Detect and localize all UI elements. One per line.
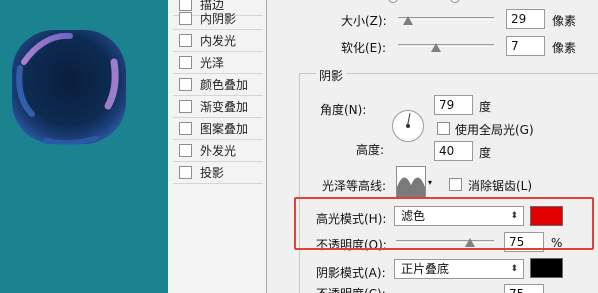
layer-style-list: 描边 内阴影 内发光 光泽 颜色叠加 渐变叠加 图案叠加 外发光 投影	[168, 0, 267, 293]
anti-aliased-checkbox[interactable]	[449, 178, 462, 191]
soften-input[interactable]: 7	[506, 36, 545, 56]
shadow-mode-select[interactable]: 正片叠底 ⬍	[394, 259, 524, 279]
checkbox[interactable]	[179, 144, 192, 157]
size-label: 大小(Z):	[341, 14, 387, 28]
gloss-contour-label: 光泽等高线:	[322, 179, 387, 193]
style-item-inner-shadow[interactable]: 内阴影	[173, 8, 263, 30]
canvas-preview	[0, 0, 168, 293]
use-global-light-checkbox[interactable]	[437, 122, 450, 135]
shadow-mode-label: 阴影模式(A):	[316, 266, 386, 280]
angle-label: 角度(N):	[320, 103, 367, 117]
style-item-label: 投影	[200, 166, 225, 180]
angle-input[interactable]: 79	[434, 95, 473, 115]
checkbox[interactable]	[179, 12, 192, 25]
anti-aliased-label: 消除锯齿(L)	[468, 179, 533, 193]
bevel-emboss-panel: 大小(Z): 29 像素 软化(E): 7 像素 阴影 角度(N): 79 度 …	[268, 0, 598, 293]
annotation-highlight-box	[294, 197, 594, 250]
checkbox[interactable]	[179, 166, 192, 179]
checkbox[interactable]	[179, 122, 192, 135]
angle-dial[interactable]	[392, 110, 424, 142]
updown-arrow-icon: ⬍	[510, 264, 518, 274]
soften-slider[interactable]	[398, 44, 494, 47]
shading-group-border-left	[299, 73, 300, 293]
checkbox[interactable]	[179, 34, 192, 47]
style-item-label: 外发光	[200, 144, 237, 158]
size-input[interactable]: 29	[506, 9, 545, 29]
direction-radio-up[interactable]	[388, 0, 398, 3]
soften-label: 软化(E):	[341, 41, 386, 55]
altitude-unit: 度	[479, 146, 492, 160]
shadow-opacity-input[interactable]: 75	[504, 284, 544, 293]
size-slider-thumb[interactable]	[402, 16, 413, 25]
style-item-label: 颜色叠加	[200, 78, 249, 92]
soften-slider-thumb[interactable]	[431, 43, 442, 52]
shadow-mode-value: 正片叠底	[401, 262, 450, 276]
angle-unit: 度	[479, 100, 492, 114]
shading-group-title: 阴影	[316, 67, 347, 84]
style-item-gradient-overlay[interactable]: 渐变叠加	[173, 96, 263, 118]
shadow-opacity-label: 不透明度(C):	[316, 285, 386, 293]
style-item-label: 内发光	[200, 34, 237, 48]
contour-curve-icon	[397, 177, 425, 197]
style-item-satin[interactable]: 光泽	[173, 52, 263, 74]
angle-dial-center	[406, 124, 410, 128]
altitude-label: 高度:	[356, 143, 385, 157]
checkbox[interactable]	[179, 56, 192, 69]
checkbox[interactable]	[179, 100, 192, 113]
checkbox[interactable]	[179, 78, 192, 91]
soften-unit: 像素	[552, 41, 577, 55]
gloss-contour-preview[interactable]	[396, 166, 426, 198]
shadow-color-swatch[interactable]	[530, 258, 563, 278]
bevel-preview-shape	[12, 30, 126, 146]
style-item-label: 光泽	[200, 56, 225, 70]
contour-dropdown-icon[interactable]: ▾	[428, 178, 432, 187]
style-item-inner-glow[interactable]: 内发光	[173, 30, 263, 52]
altitude-input[interactable]: 40	[434, 141, 473, 161]
use-global-light-label: 使用全局光(G)	[455, 123, 534, 137]
style-item-pattern-overlay[interactable]: 图案叠加	[173, 118, 263, 140]
style-item-label: 图案叠加	[200, 122, 249, 136]
direction-radio-down[interactable]	[450, 0, 460, 3]
style-item-label: 渐变叠加	[200, 100, 249, 114]
style-item-drop-shadow[interactable]: 投影	[173, 162, 263, 184]
style-item-label: 内阴影	[200, 12, 237, 26]
style-item-outer-glow[interactable]: 外发光	[173, 140, 263, 162]
style-item-color-overlay[interactable]: 颜色叠加	[173, 74, 263, 96]
size-unit: 像素	[552, 14, 577, 28]
